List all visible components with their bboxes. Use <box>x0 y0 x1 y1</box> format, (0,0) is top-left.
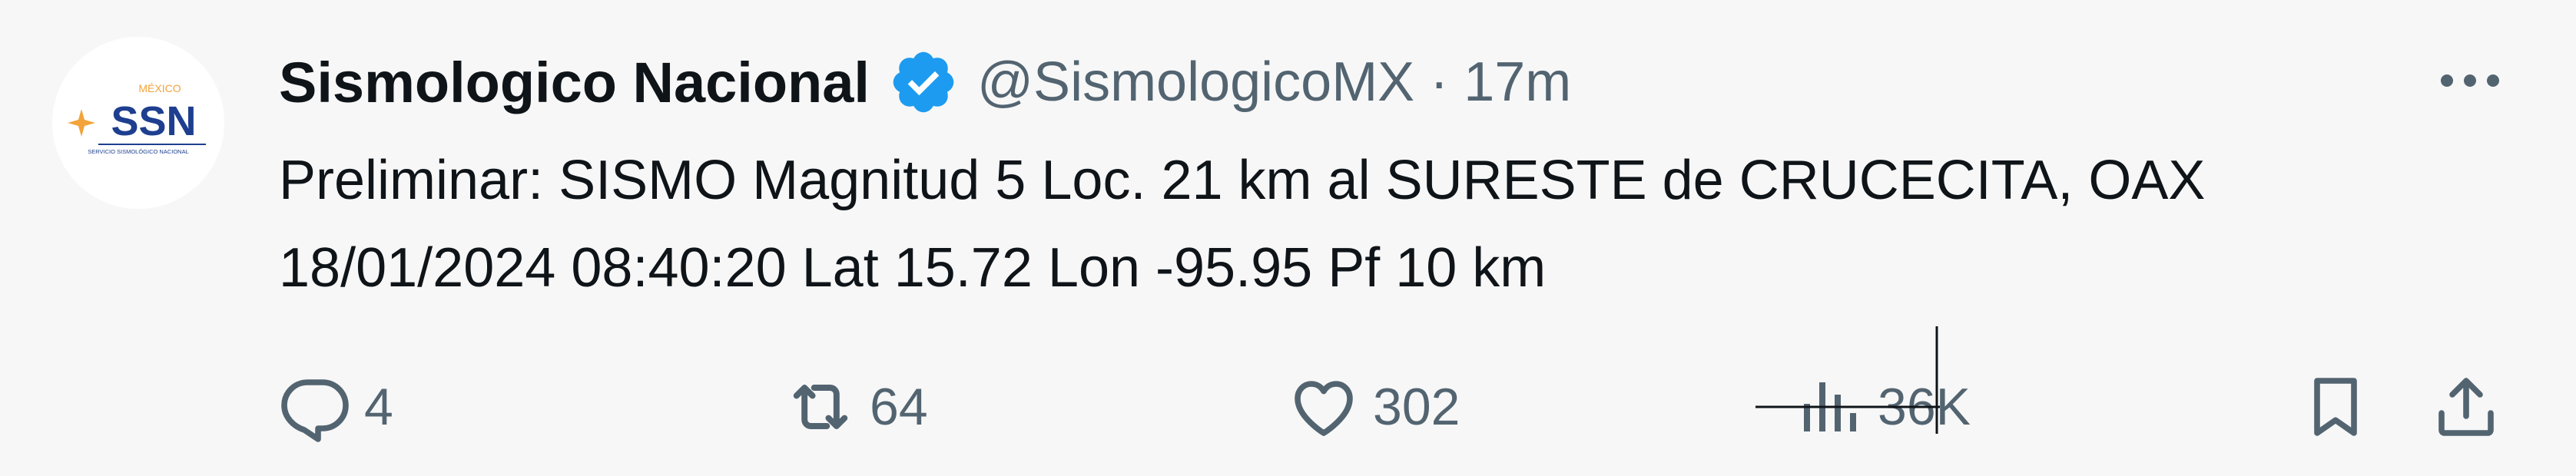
user-handle[interactable]: @SismologicoMX <box>977 51 1414 114</box>
ssn-logo: MÉXICO SSN SERVICIO SISMOLÓGICO NACIONAL <box>52 37 224 209</box>
like-count: 302 <box>1373 378 1460 436</box>
bookmark-icon <box>2297 369 2374 445</box>
verified-badge-icon[interactable] <box>888 47 959 117</box>
reply-button[interactable]: 4 <box>277 361 393 453</box>
heart-icon <box>1285 369 1362 445</box>
retweet-button[interactable]: 64 <box>782 361 928 453</box>
logo-top-text: MÉXICO <box>138 82 181 94</box>
reply-count: 4 <box>364 378 393 436</box>
like-button[interactable]: 302 <box>1285 361 1460 453</box>
views-chart-icon <box>1790 369 1867 445</box>
retweet-icon <box>782 369 859 445</box>
display-name[interactable]: Sismologico Nacional <box>279 50 870 115</box>
tweet-header: Sismologico Nacional @SismologicoMX · 17… <box>279 40 1571 124</box>
tweet-text: Preliminar: SISMO Magnitud 5 Loc. 21 km … <box>279 150 2206 299</box>
more-horizontal-icon[interactable] <box>2435 54 2505 107</box>
tweet-actions: 4 64 302 36K <box>0 361 2576 453</box>
views-count: 36K <box>1878 378 1971 436</box>
share-button[interactable] <box>2428 361 2505 453</box>
bookmark-button[interactable] <box>2297 361 2374 453</box>
share-icon <box>2428 369 2505 445</box>
logo-bottom-text: SERVICIO SISMOLÓGICO NACIONAL <box>88 148 189 155</box>
tweet[interactable]: MÉXICO SSN SERVICIO SISMOLÓGICO NACIONAL… <box>0 0 2576 476</box>
timestamp[interactable]: 17m <box>1464 51 1571 114</box>
views-button[interactable]: 36K <box>1790 361 1971 453</box>
avatar[interactable]: MÉXICO SSN SERVICIO SISMOLÓGICO NACIONAL <box>52 37 224 209</box>
reply-icon <box>277 369 353 445</box>
logo-text: SSN <box>111 98 196 144</box>
retweet-count: 64 <box>870 378 928 436</box>
separator-dot: · <box>1430 51 1449 113</box>
